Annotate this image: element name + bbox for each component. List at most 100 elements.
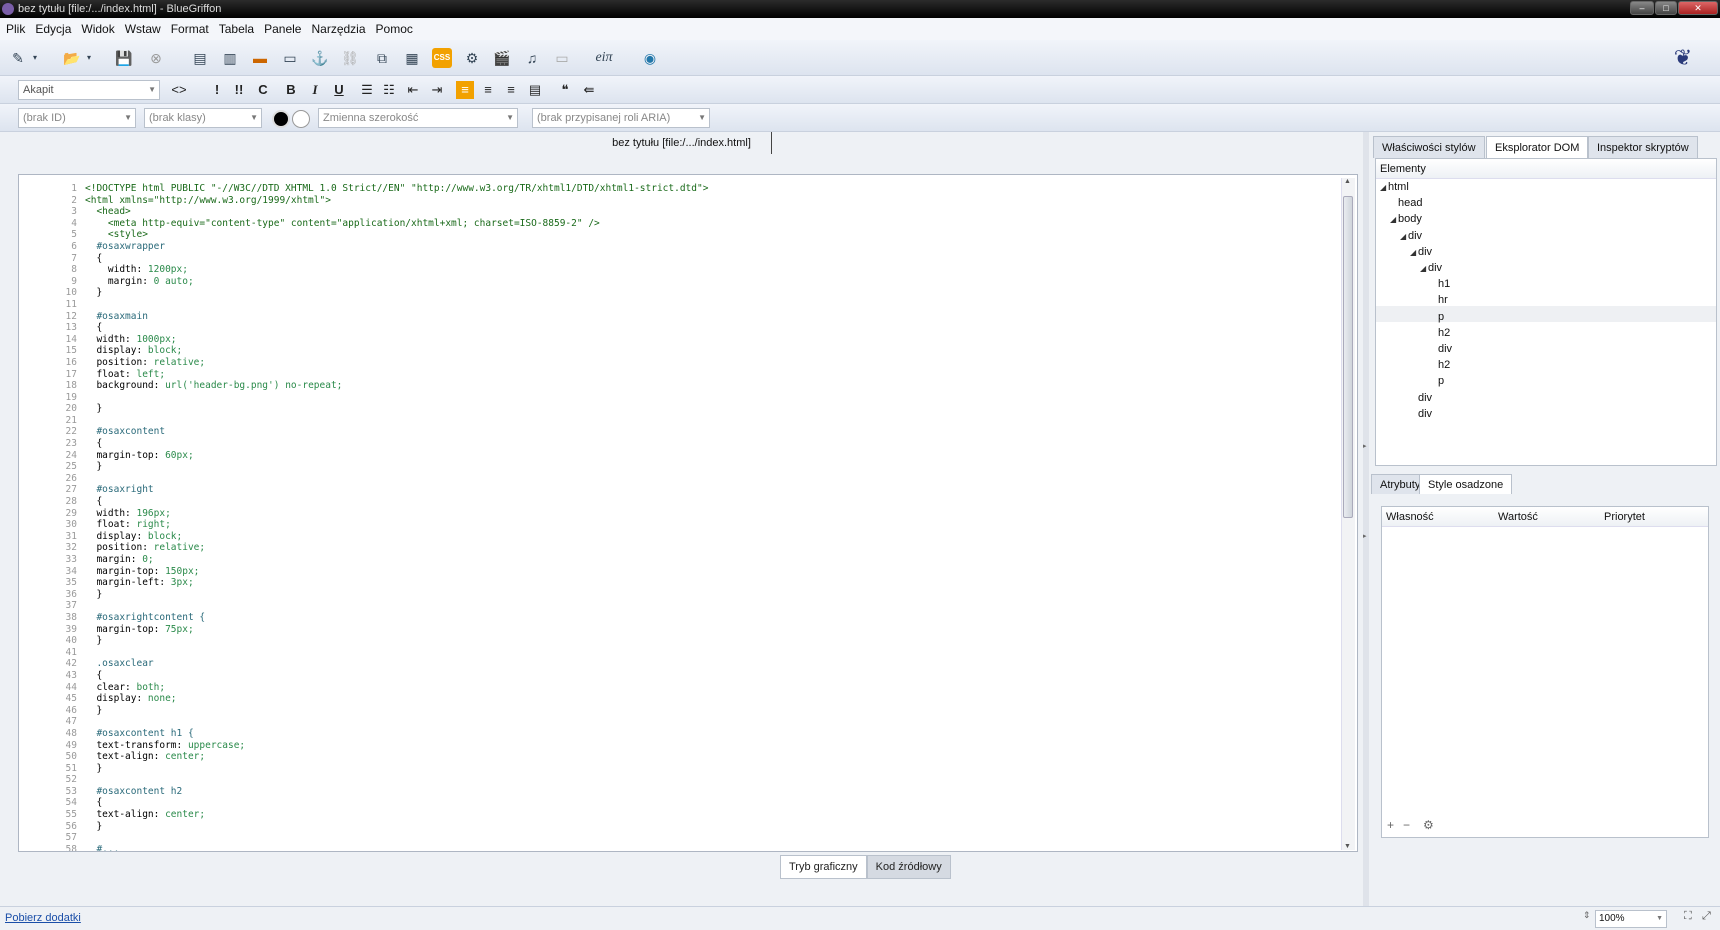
class-select[interactable]: (brak klasy) ▼ xyxy=(144,108,262,128)
code-line[interactable]: margin-top: 150px; xyxy=(85,566,708,578)
code-line[interactable] xyxy=(85,600,708,612)
code-line[interactable]: #osaxright xyxy=(85,484,708,496)
image-icon[interactable]: ▬ xyxy=(250,48,270,68)
document-tab[interactable]: bez tytułu [file:/.../index.html] xyxy=(592,132,772,154)
dom-tree-item[interactable]: h2 xyxy=(1430,325,1450,341)
code-line[interactable]: } xyxy=(85,589,708,601)
underline-button[interactable]: U xyxy=(330,81,348,99)
template-icon[interactable]: ▥ xyxy=(220,48,240,68)
menu-edycja[interactable]: Edycja xyxy=(35,22,71,36)
globe-icon[interactable]: ◉ xyxy=(640,48,660,68)
gear-icon[interactable]: ⚙ xyxy=(1423,818,1434,832)
menu-pomoc[interactable]: Pomoc xyxy=(376,22,413,36)
code-line[interactable]: float: right; xyxy=(85,519,708,531)
code-line[interactable]: #osaxcontent xyxy=(85,426,708,438)
box-icon[interactable]: ▭ xyxy=(552,48,572,68)
expanded-triangle-icon[interactable]: ◢ xyxy=(1390,212,1398,228)
new-document-icon[interactable]: ✎ xyxy=(8,48,28,68)
align-center-icon[interactable]: ≡ xyxy=(479,81,497,99)
code-line[interactable]: <html xmlns="http://www.w3.org/1999/xhtm… xyxy=(85,195,708,207)
code-line[interactable]: } xyxy=(85,461,708,473)
code-line[interactable]: <style> xyxy=(85,229,708,241)
add-icon[interactable]: + xyxy=(1387,818,1394,832)
code-line[interactable] xyxy=(85,716,708,728)
close-button[interactable]: ✕ xyxy=(1678,1,1718,15)
menu-plik[interactable]: Plik xyxy=(6,22,25,36)
code-line[interactable]: <!DOCTYPE html PUBLIC "-//W3C//DTD XHTML… xyxy=(85,183,708,195)
code-line[interactable]: display: block; xyxy=(85,531,708,543)
code-line[interactable]: #... xyxy=(85,844,708,851)
expanded-triangle-icon[interactable]: ◢ xyxy=(1400,229,1408,245)
dom-tree-item[interactable]: ◢ html xyxy=(1380,179,1409,196)
column-priority[interactable]: Priorytet xyxy=(1604,507,1645,527)
fit-width-icon[interactable]: ⛶ xyxy=(1684,910,1692,923)
column-value[interactable]: Wartość xyxy=(1498,507,1538,527)
strong-button[interactable]: !! xyxy=(230,81,248,99)
paragraph-format-select[interactable]: Akapit ▼ xyxy=(18,80,160,100)
indent-icon[interactable]: ⇥ xyxy=(428,81,446,99)
align-left-icon[interactable]: ≡ xyxy=(456,81,474,99)
code-line[interactable]: #osaxcontent h1 { xyxy=(85,728,708,740)
code-line[interactable] xyxy=(85,415,708,427)
audio-icon[interactable]: ♫ xyxy=(522,48,542,68)
outdent-icon[interactable]: ⇤ xyxy=(404,81,422,99)
code-line[interactable]: #osaxmain xyxy=(85,311,708,323)
collapse-arrow-icon[interactable]: ▸ xyxy=(1363,532,1367,540)
get-addons-link[interactable]: Pobierz dodatki xyxy=(5,912,81,924)
editor-scroll-thumb[interactable] xyxy=(1343,196,1353,518)
math-icon[interactable]: eiπ xyxy=(590,48,618,68)
clip-icon[interactable]: ⧉ xyxy=(372,48,392,68)
dom-tree-item[interactable]: p xyxy=(1430,373,1444,389)
code-line[interactable]: margin-top: 75px; xyxy=(85,624,708,636)
code-line[interactable]: position: relative; xyxy=(85,357,708,369)
dom-tree-item[interactable]: head xyxy=(1390,195,1422,211)
code-line[interactable]: } xyxy=(85,763,708,775)
code-line[interactable]: margin-left: 3px; xyxy=(85,577,708,589)
code-line[interactable] xyxy=(85,832,708,844)
tab-script-inspector[interactable]: Inspektor skryptów xyxy=(1588,136,1698,158)
dom-tree-item[interactable]: ◢ body xyxy=(1390,211,1422,228)
code-line[interactable]: text-align: center; xyxy=(85,751,708,763)
justify-icon[interactable]: ▤ xyxy=(526,81,544,99)
numbered-list-icon[interactable]: ☷ xyxy=(380,81,398,99)
code-line[interactable]: <head> xyxy=(85,206,708,218)
insert-block-icon[interactable]: ⇚ xyxy=(580,81,598,99)
bold-button[interactable]: B xyxy=(282,81,300,99)
zoom-stepper-icon[interactable]: ⇕ xyxy=(1583,910,1591,921)
close-document-icon[interactable]: ⊗ xyxy=(146,48,166,68)
code-line[interactable]: display: none; xyxy=(85,693,708,705)
code-line[interactable]: #osaxcontent h2 xyxy=(85,786,708,798)
dom-tree-item[interactable]: div xyxy=(1410,406,1432,422)
dom-tree-item[interactable]: div xyxy=(1430,341,1452,357)
code-line[interactable]: } xyxy=(85,705,708,717)
code-line[interactable]: text-align: center; xyxy=(85,809,708,821)
css-icon[interactable]: CSS xyxy=(432,48,452,68)
dom-tree-item[interactable]: hr xyxy=(1430,292,1448,308)
code-line[interactable]: clear: both; xyxy=(85,682,708,694)
italic-button[interactable]: I xyxy=(306,81,324,99)
menu-tabela[interactable]: Tabela xyxy=(219,22,254,36)
code-line[interactable] xyxy=(85,299,708,311)
menu-panele[interactable]: Panele xyxy=(264,22,301,36)
save-icon[interactable]: 💾 xyxy=(114,48,134,68)
maximize-button[interactable]: □ xyxy=(1655,1,1677,15)
quote-icon[interactable]: ❝ xyxy=(556,81,574,99)
tab-style-properties[interactable]: Właściwości stylów xyxy=(1373,136,1485,158)
code-line[interactable]: } xyxy=(85,635,708,647)
fullscreen-icon[interactable]: ⤢ xyxy=(1702,910,1711,923)
code-button[interactable]: C xyxy=(254,81,272,99)
code-line[interactable]: { xyxy=(85,496,708,508)
expanded-triangle-icon[interactable]: ◢ xyxy=(1410,245,1418,261)
form-icon[interactable]: ▭ xyxy=(280,48,300,68)
code-line[interactable]: width: 1000px; xyxy=(85,334,708,346)
zoom-select[interactable]: 100% ▼ xyxy=(1595,910,1667,928)
code-line[interactable] xyxy=(85,473,708,485)
settings-icon[interactable]: ⚙ xyxy=(462,48,482,68)
code-line[interactable]: display: block; xyxy=(85,345,708,357)
scroll-up-icon[interactable]: ▲ xyxy=(1344,178,1351,185)
code-line[interactable]: margin: 0; xyxy=(85,554,708,566)
graphic-mode-button[interactable]: Tryb graficzny xyxy=(780,855,867,879)
code-line[interactable]: <meta http-equiv="content-type" content=… xyxy=(85,218,708,230)
anchor-icon[interactable]: ⚓ xyxy=(310,48,330,68)
code-line[interactable]: { xyxy=(85,797,708,809)
